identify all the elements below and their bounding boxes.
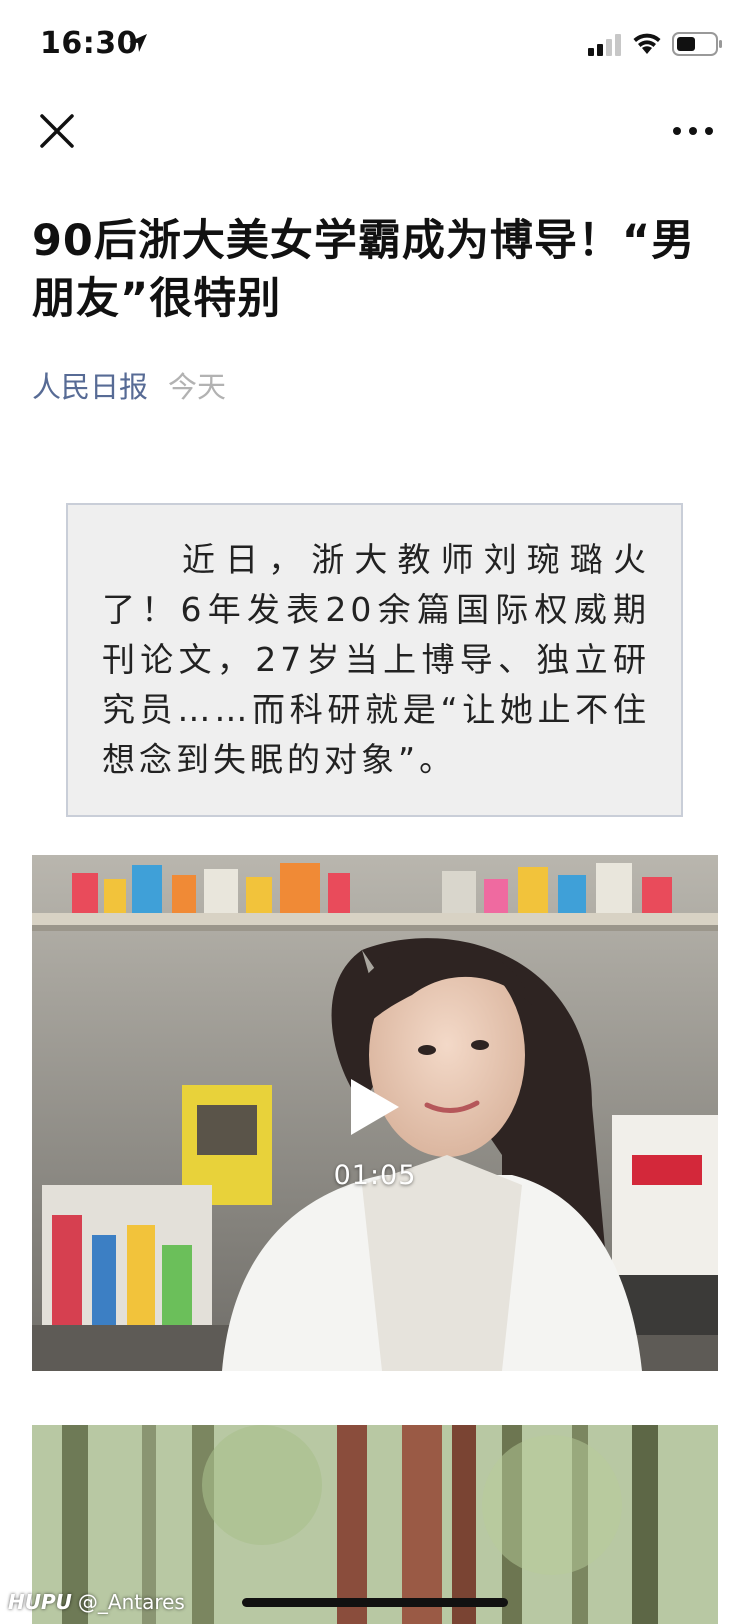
close-icon[interactable] [38,112,76,150]
summary-text: 近日，浙大教师刘琬璐火了！6年发表20余篇国际权威期刊论文，27岁当上博导、独立… [102,540,650,779]
article-source-link[interactable]: 人民日报 [32,370,148,404]
article-meta: 人民日报 今天 [32,364,226,406]
video-duration: 01:05 [333,1160,417,1191]
home-indicator[interactable] [242,1598,508,1607]
watermark-brand: HUPU [8,1590,72,1614]
cellular-signal-icon [588,34,621,56]
article-title: 90后浙大美女学霸成为博导！“男朋友”很特别 [32,216,696,324]
video-player[interactable]: 01:05 [32,855,718,1371]
more-dots-icon[interactable] [670,114,716,148]
article-date: 今天 [168,370,227,404]
summary-box: 近日，浙大教师刘琬璐火了！6年发表20余篇国际权威期刊论文，27岁当上博导、独立… [66,503,683,817]
location-arrow-icon [129,34,147,52]
play-icon[interactable] [349,1077,401,1137]
battery-icon [672,32,722,56]
wifi-icon [633,33,661,54]
watermark-user: @_Antares [77,1590,185,1614]
status-bar: 16:30 [0,0,750,90]
status-time: 16:30 [40,26,138,61]
watermark: HUPU @_Antares [8,1590,185,1614]
